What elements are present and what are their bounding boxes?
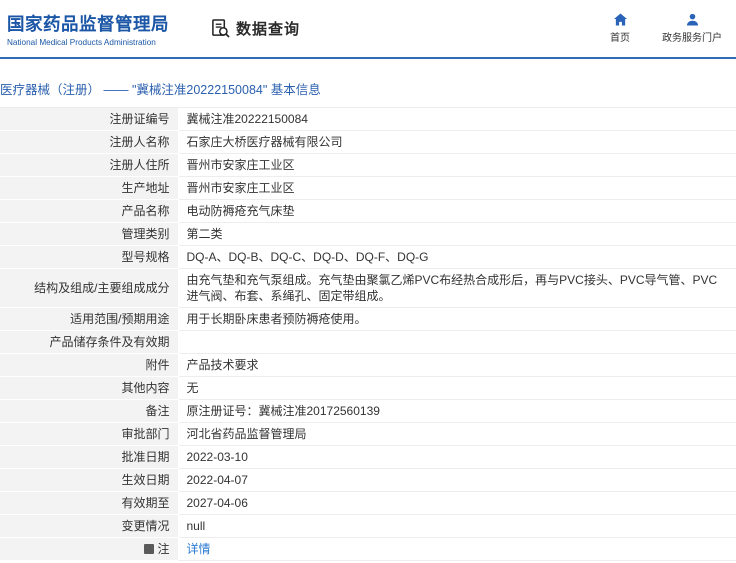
row-label: 注册人住所 bbox=[0, 153, 179, 177]
table-row: 批准日期 2022-03-10 bbox=[0, 445, 736, 469]
row-value: 无 bbox=[178, 376, 736, 400]
info-table: 注册证编号 冀械注准20222150084 注册人名称 石家庄大桥医疗器械有限公… bbox=[0, 108, 736, 561]
row-label: 批准日期 bbox=[0, 445, 179, 469]
table-row: 注册人名称 石家庄大桥医疗器械有限公司 bbox=[0, 130, 736, 154]
row-label: 产品储存条件及有效期 bbox=[0, 330, 179, 354]
header-nav: 首页 政务服务门户 bbox=[610, 13, 736, 44]
row-label: 备注 bbox=[0, 399, 179, 423]
row-label: 型号规格 bbox=[0, 245, 179, 269]
row-value: 原注册证号：冀械注准20172560139 bbox=[178, 399, 736, 423]
table-row: 注 详情 bbox=[0, 537, 736, 561]
table-row: 其他内容 无 bbox=[0, 376, 736, 400]
site-brand: 国家药品监督管理局 National Medical Products Admi… bbox=[7, 11, 187, 47]
row-label: 产品名称 bbox=[0, 199, 179, 223]
table-row: 有效期至 2027-04-06 bbox=[0, 491, 736, 515]
row-value: 河北省药品监督管理局 bbox=[178, 422, 736, 446]
row-value: 2022-03-10 bbox=[178, 445, 736, 469]
breadcrumb-text: 医疗器械（注册） —— "冀械注准20222150084" 基本信息 bbox=[0, 83, 321, 97]
row-label: 管理类别 bbox=[0, 222, 179, 246]
row-label: 变更情况 bbox=[0, 514, 179, 538]
row-label: 注 bbox=[0, 537, 179, 561]
row-value: 冀械注准20222150084 bbox=[178, 108, 736, 131]
table-row: 备注 原注册证号：冀械注准20172560139 bbox=[0, 399, 736, 423]
table-row: 审批部门 河北省药品监督管理局 bbox=[0, 422, 736, 446]
row-label: 生效日期 bbox=[0, 468, 179, 492]
row-label: 审批部门 bbox=[0, 422, 179, 446]
home-icon bbox=[613, 13, 627, 26]
change-detail-link[interactable]: 详情 bbox=[187, 542, 211, 556]
table-row: 生效日期 2022-04-07 bbox=[0, 468, 736, 492]
row-label: 注册人名称 bbox=[0, 130, 179, 154]
org-name-cn: 国家药品监督管理局 bbox=[7, 13, 169, 34]
nav-portal[interactable]: 政务服务门户 bbox=[662, 13, 722, 44]
row-value: null bbox=[178, 514, 736, 538]
site-header: 国家药品监督管理局 National Medical Products Admi… bbox=[0, 0, 736, 59]
table-row: 结构及组成/主要组成成分 由充气垫和充气泵组成。充气垫由聚氯乙烯PVC布经热合成… bbox=[0, 268, 736, 308]
table-row: 附件 产品技术要求 bbox=[0, 353, 736, 377]
table-row: 产品名称 电动防褥疮充气床垫 bbox=[0, 199, 736, 223]
row-value bbox=[178, 330, 736, 354]
row-label: 适用范围/预期用途 bbox=[0, 307, 179, 331]
table-row: 适用范围/预期用途 用于长期卧床患者预防褥疮使用。 bbox=[0, 307, 736, 331]
table-row: 管理类别 第二类 bbox=[0, 222, 736, 246]
table-row: 型号规格 DQ-A、DQ-B、DQ-C、DQ-D、DQ-F、DQ-G bbox=[0, 245, 736, 269]
table-row: 生产地址 晋州市安家庄工业区 bbox=[0, 176, 736, 200]
row-value: 用于长期卧床患者预防褥疮使用。 bbox=[178, 307, 736, 331]
row-value: 晋州市安家庄工业区 bbox=[178, 153, 736, 177]
row-label: 附件 bbox=[0, 353, 179, 377]
nav-home[interactable]: 首页 bbox=[610, 13, 630, 44]
table-row: 注册证编号 冀械注准20222150084 bbox=[0, 108, 736, 131]
note-icon bbox=[144, 544, 155, 554]
row-value: 晋州市安家庄工业区 bbox=[178, 176, 736, 200]
row-label: 结构及组成/主要组成成分 bbox=[0, 268, 179, 308]
table-row: 变更情况 null bbox=[0, 514, 736, 538]
breadcrumb: 医疗器械（注册） —— "冀械注准20222150084" 基本信息 bbox=[0, 59, 736, 108]
row-label: 其他内容 bbox=[0, 376, 179, 400]
row-value: 由充气垫和充气泵组成。充气垫由聚氯乙烯PVC布经热合成形后，再与PVC接头、PV… bbox=[178, 268, 736, 308]
org-name-en: National Medical Products Administration bbox=[7, 37, 156, 47]
row-label: 生产地址 bbox=[0, 176, 179, 200]
row-value: 详情 bbox=[178, 537, 736, 561]
row-value: 电动防褥疮充气床垫 bbox=[178, 199, 736, 223]
row-value: 2027-04-06 bbox=[178, 491, 736, 515]
row-value: 石家庄大桥医疗器械有限公司 bbox=[178, 130, 736, 154]
nav-portal-label: 政务服务门户 bbox=[662, 33, 722, 44]
user-icon bbox=[686, 13, 699, 26]
row-value: DQ-A、DQ-B、DQ-C、DQ-D、DQ-F、DQ-G bbox=[178, 245, 736, 269]
row-label: 注册证编号 bbox=[0, 108, 179, 131]
table-row: 注册人住所 晋州市安家庄工业区 bbox=[0, 153, 736, 177]
row-value: 产品技术要求 bbox=[178, 353, 736, 377]
row-value: 2022-04-07 bbox=[178, 468, 736, 492]
nav-home-label: 首页 bbox=[610, 33, 630, 44]
row-value: 第二类 bbox=[178, 222, 736, 246]
data-query-title: 数据查询 bbox=[211, 18, 300, 39]
data-query-label: 数据查询 bbox=[236, 21, 301, 38]
row-label: 有效期至 bbox=[0, 491, 179, 515]
table-row: 产品储存条件及有效期 bbox=[0, 330, 736, 354]
data-query-icon bbox=[211, 19, 230, 38]
